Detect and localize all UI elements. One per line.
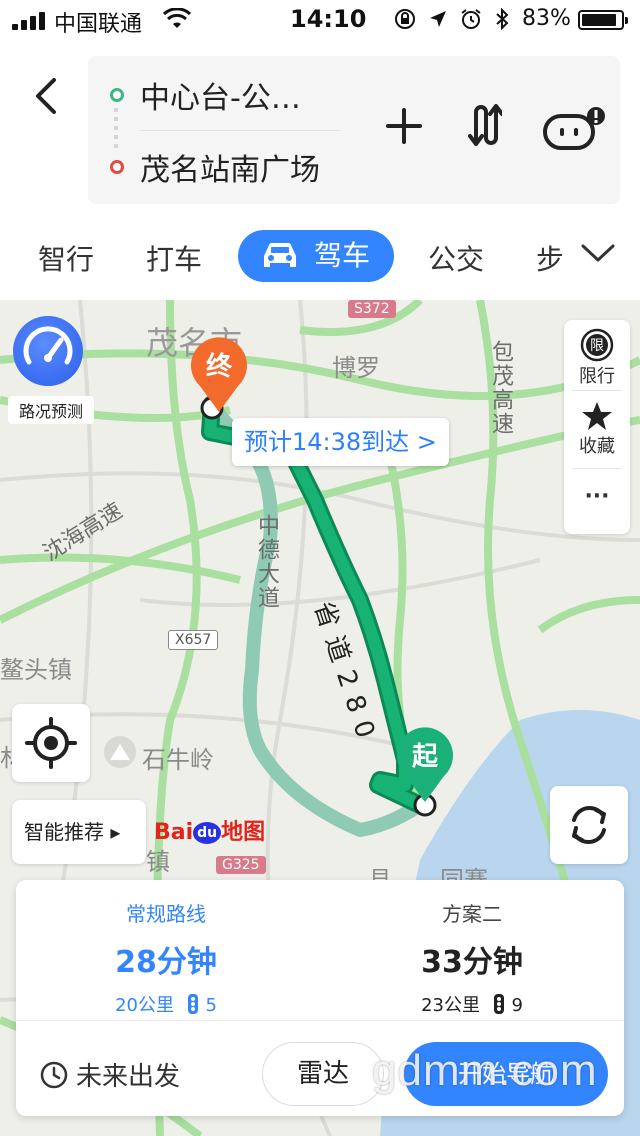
future-departure-button[interactable]: 未来出发	[40, 1056, 180, 1093]
tab-walk[interactable]: 步	[536, 236, 562, 284]
radar-button[interactable]: 雷达	[262, 1042, 384, 1106]
plan-distance: 20公里	[115, 995, 174, 1016]
battery-icon	[578, 10, 628, 30]
locate-button[interactable]	[12, 704, 90, 782]
signal-icon	[12, 12, 45, 30]
plan-distance: 23公里	[421, 995, 480, 1016]
speedometer-icon	[13, 316, 83, 386]
restriction-icon-text: 限	[590, 338, 604, 354]
end-marker-text: 终	[205, 352, 232, 382]
plan-time: 28分钟	[115, 945, 217, 980]
car-icon	[264, 242, 296, 267]
chevron-down-icon[interactable]	[580, 242, 616, 264]
traffic-prediction-button[interactable]: 路况预测	[8, 316, 94, 424]
paw-icon: du	[193, 822, 222, 844]
destination-dot-icon	[110, 160, 124, 174]
end-marker[interactable]: 终	[186, 334, 252, 416]
route-divider	[140, 130, 340, 131]
origin-field[interactable]: 中心台-公…	[110, 60, 330, 130]
plan-lights: 5	[205, 995, 217, 1016]
alarm-icon	[461, 9, 481, 29]
plan-meta: 20公里 5	[16, 991, 316, 1017]
favorite-button[interactable]: 收藏	[564, 400, 630, 458]
plan-name: 常规路线	[126, 902, 206, 926]
mountain-icon	[104, 736, 136, 768]
clock-icon	[40, 1061, 68, 1088]
destination-field[interactable]: 茂名站南广场	[110, 132, 330, 202]
battery-percent: 83%	[522, 6, 571, 31]
carrier-name: 中国联通	[54, 12, 143, 37]
watermark: gdmm.com	[372, 1046, 598, 1095]
plan-lights: 9	[511, 995, 523, 1016]
back-button[interactable]	[28, 76, 62, 116]
voice-assistant-icon[interactable]	[542, 106, 606, 154]
place-shiniuling: 石牛岭	[142, 746, 214, 774]
shield-x657: X657	[168, 630, 219, 650]
side-divider	[572, 390, 622, 391]
plan-option-1[interactable]: 常规路线 28分钟 20公里 5	[16, 898, 316, 1017]
start-marker-text: 起	[411, 742, 438, 772]
star-icon	[582, 402, 612, 430]
shield-g325: G325	[216, 856, 266, 874]
start-marker[interactable]: 起	[392, 724, 458, 806]
add-waypoint-button[interactable]	[384, 106, 424, 146]
map-side-panel: 限 限行 收藏 ···	[564, 320, 630, 534]
status-icons	[394, 8, 510, 30]
future-label: 未来出发	[76, 1062, 181, 1092]
favorite-label: 收藏	[579, 436, 615, 457]
plan-option-2[interactable]: 方案二 33分钟 23公里 9	[322, 898, 622, 1017]
route-header: 中心台-公… 茂名站南广场	[0, 40, 640, 220]
side-divider	[572, 468, 622, 469]
restriction-label: 限行	[579, 366, 615, 387]
shield-s372: S372	[348, 300, 396, 318]
traffic-light-icon	[493, 994, 504, 1014]
tab-drive[interactable]: 驾车	[238, 230, 395, 282]
tab-bus[interactable]: 公交	[428, 236, 484, 284]
refresh-icon	[572, 806, 606, 844]
plan-meta: 23公里 9	[322, 991, 622, 1017]
origin-text: 中心台-公…	[140, 81, 301, 116]
plan-time: 33分钟	[421, 945, 523, 980]
more-button[interactable]: ···	[564, 484, 630, 509]
rotation-lock-icon	[395, 9, 415, 29]
destination-text: 茂名站南广场	[140, 153, 320, 188]
crosshair-icon	[25, 717, 77, 769]
place-aotou: 鳌头镇	[0, 656, 72, 684]
location-arrow-icon	[430, 11, 446, 27]
wifi-icon	[162, 8, 192, 28]
smart-recommend-button[interactable]: 智能推荐 ▸	[12, 800, 146, 864]
place-zhen: 镇	[146, 848, 170, 876]
restriction-button[interactable]: 限 限行	[564, 328, 630, 388]
sheet-divider	[16, 1020, 624, 1021]
refresh-button[interactable]	[550, 786, 628, 864]
origin-dot-icon	[110, 88, 124, 102]
bluetooth-icon	[496, 8, 509, 30]
tab-smart[interactable]: 智行	[38, 236, 94, 284]
tab-drive-label: 驾车	[314, 239, 371, 272]
plan-name: 方案二	[442, 902, 502, 926]
place-boluo: 博罗	[332, 354, 380, 382]
route-input-box: 中心台-公… 茂名站南广场	[88, 56, 620, 204]
baidu-logo: Bai du 地图	[154, 820, 266, 845]
eta-bubble[interactable]: 预计14:38到达 >	[232, 418, 449, 466]
transport-mode-tabs: 智行 打车 驾车 公交 步	[0, 220, 640, 300]
road-zhongde: 中德大道	[254, 514, 279, 610]
traffic-label: 路况预测	[8, 396, 94, 424]
status-bar: 中国联通 14:10 83%	[0, 0, 640, 40]
status-time: 14:10	[290, 5, 367, 33]
tab-taxi[interactable]: 打车	[146, 236, 202, 284]
road-baomao: 包茂高速	[488, 340, 513, 436]
swap-route-button[interactable]	[468, 102, 502, 148]
traffic-light-icon	[187, 994, 198, 1014]
